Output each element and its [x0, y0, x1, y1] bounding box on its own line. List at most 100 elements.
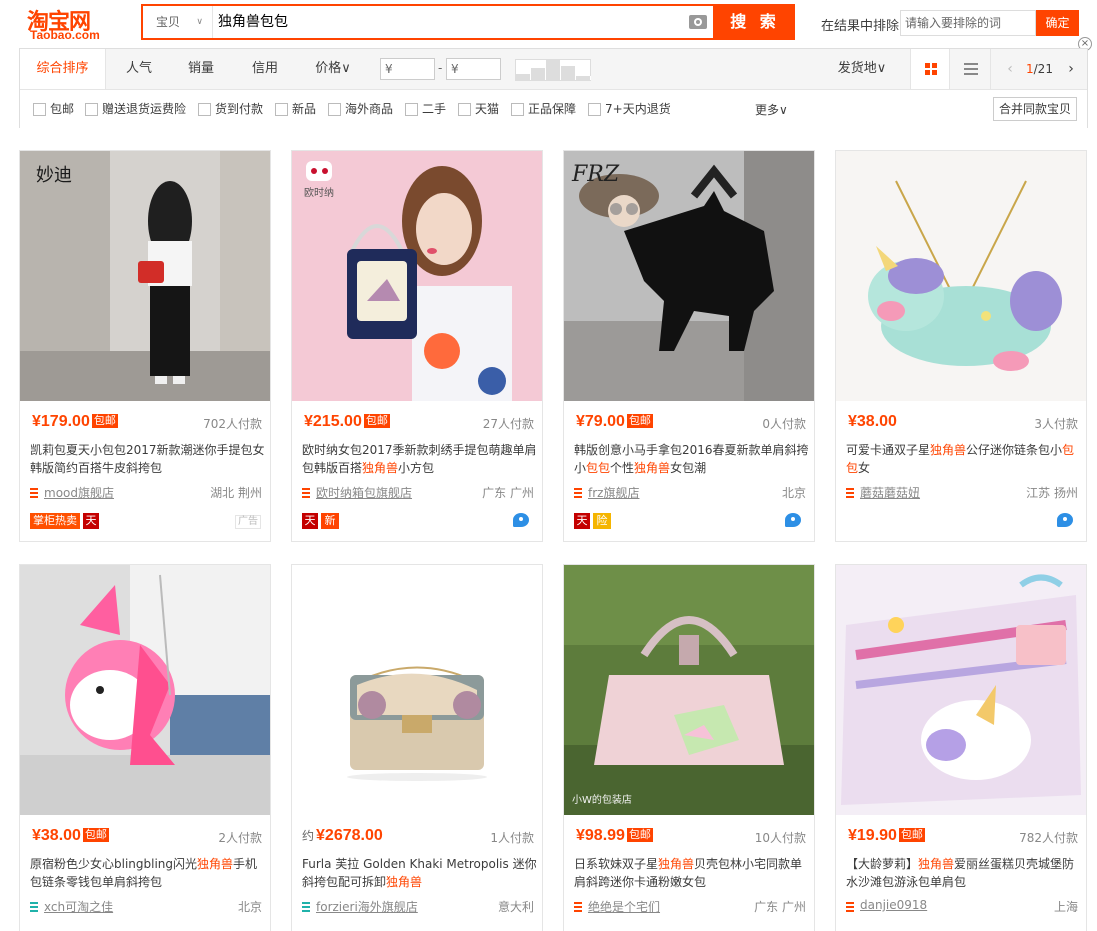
- product-title[interactable]: 欧时纳女包2017季新款刺绣手提包萌趣单肩包韩版百搭独角兽小方包: [302, 441, 537, 477]
- exclude-input[interactable]: 请输入要排除的词: [900, 10, 1036, 36]
- product-card[interactable]: 欧时纳 ¥215.00 包邮 27人付款 欧时纳女包2017季新款刺绣手提包萌趣单…: [291, 150, 543, 542]
- tab-credit[interactable]: 信用: [240, 49, 290, 89]
- merge-same-items-button[interactable]: 合并同款宝贝: [993, 97, 1077, 121]
- product-image[interactable]: FRZ: [564, 151, 814, 401]
- product-image[interactable]: 小W的包装店: [564, 565, 814, 815]
- product-card[interactable]: 小W的包装店 ¥98.99 包邮 10人付款 日系软妹双子星独角兽贝壳包林小宅同款…: [563, 564, 815, 931]
- grid-view-icon[interactable]: [910, 49, 950, 89]
- tab-price[interactable]: 价格∨: [305, 49, 361, 89]
- deal-count: 2人付款: [218, 831, 262, 845]
- filter-second-hand[interactable]: 二手: [405, 101, 446, 117]
- shop-location: 上海: [1053, 900, 1078, 914]
- tab-sales[interactable]: 销量: [176, 49, 226, 89]
- price-row: ¥79.00 包邮 0人付款: [574, 413, 806, 433]
- tmall-badge[interactable]: 天: [83, 513, 99, 529]
- badge-row: [846, 513, 1081, 529]
- search-input[interactable]: 独角兽包包: [216, 6, 676, 38]
- shop-name[interactable]: 绝绝是个宅们: [588, 898, 660, 915]
- search-scope-dropdown[interactable]: 宝贝 ∨: [143, 6, 213, 38]
- price-range-histogram[interactable]: [515, 59, 591, 81]
- new-badge[interactable]: 新: [321, 513, 339, 529]
- price-row: ¥38.00 3人付款: [846, 413, 1078, 433]
- shop-name[interactable]: mood旗舰店: [44, 484, 114, 501]
- deal-count: 1人付款: [490, 831, 534, 845]
- shop-name[interactable]: 欧时纳箱包旗舰店: [316, 484, 412, 501]
- product-title[interactable]: 凯莉包夏天小包包2017新款潮迷你手提包女韩版简约百搭牛皮斜挎包: [30, 441, 265, 477]
- exclude-confirm-button[interactable]: 确定: [1036, 10, 1079, 36]
- shop-location: 北京: [237, 900, 262, 914]
- shop-row: danjie0918 上海: [846, 898, 1078, 916]
- header: 淘宝网 Taobao.com 宝贝 ∨ 独角兽包包 搜 索 在结果中排除 请输入…: [0, 0, 1097, 51]
- tab-popularity[interactable]: 人气: [114, 49, 164, 89]
- product-card[interactable]: 约 ¥2678.00 1人付款 Furla 芙拉 Golden Khaki Met…: [291, 564, 543, 931]
- shop-name[interactable]: frz旗舰店: [588, 484, 639, 501]
- product-image[interactable]: [836, 151, 1086, 401]
- product-card[interactable]: FRZ ¥79.00 包邮 0人付款 韩版创意小马手拿包2016春夏新款单肩斜挎小…: [563, 150, 815, 542]
- price-row: ¥19.90 包邮 782人付款: [846, 827, 1078, 847]
- filter-return-insurance[interactable]: 赠送退货运费险: [85, 101, 186, 117]
- tmall-badge[interactable]: 天: [574, 513, 590, 529]
- taobao-logo[interactable]: 淘宝网 Taobao.com: [27, 4, 119, 42]
- search-button[interactable]: 搜 索: [715, 4, 795, 40]
- filter-7day-return[interactable]: 7+天内退货: [588, 101, 671, 117]
- product-card[interactable]: ¥19.90 包邮 782人付款 【大龄萝莉】独角兽爱丽丝蛋糕贝壳城堡防水沙滩包游…: [835, 564, 1087, 931]
- shop-icon: [302, 488, 310, 498]
- hot-sale-badge[interactable]: 掌柜热卖: [30, 513, 80, 529]
- product-card[interactable]: ¥38.00 3人付款 可爱卡通双子星独角兽公仔迷你链条包小包包女 蘑菇蘑菇妞 …: [835, 150, 1087, 542]
- price-min-input[interactable]: ¥: [380, 58, 435, 80]
- wangwang-chat-icon[interactable]: [1057, 513, 1073, 527]
- shop-name[interactable]: 蘑菇蘑菇妞: [860, 484, 920, 501]
- shop-name[interactable]: danjie0918: [860, 898, 927, 912]
- shop-location: 广东 广州: [482, 486, 534, 500]
- product-title[interactable]: 日系软妹双子星独角兽贝壳包林小宅同款单肩斜跨迷你卡通粉嫩女包: [574, 855, 809, 891]
- shop-name[interactable]: xch可淘之佳: [44, 898, 113, 915]
- price: ¥98.99: [576, 827, 625, 844]
- price: ¥38.00: [32, 827, 81, 844]
- shop-name[interactable]: forzieri海外旗舰店: [316, 898, 418, 915]
- product-image[interactable]: 妙迪: [20, 151, 270, 401]
- prev-page-icon[interactable]: ‹: [1003, 49, 1017, 89]
- price-approx: 约: [302, 829, 315, 843]
- shop-location: 广东 广州: [754, 900, 806, 914]
- filter-genuine[interactable]: 正品保障: [511, 101, 576, 117]
- free-shipping-badge: 包邮: [626, 414, 653, 428]
- logo-subtext: Taobao.com: [30, 28, 100, 42]
- next-page-icon[interactable]: ›: [1064, 49, 1078, 89]
- shop-icon: [30, 902, 38, 912]
- list-view-icon[interactable]: [951, 49, 991, 89]
- filter-tmall[interactable]: 天猫: [458, 101, 499, 117]
- more-filters-button[interactable]: 更多∨: [755, 101, 788, 118]
- location-dropdown[interactable]: 发货地∨: [832, 49, 892, 89]
- badge-row: 掌柜热卖 天 广告: [30, 513, 265, 529]
- filter-overseas[interactable]: 海外商品: [328, 101, 393, 117]
- price-row: ¥179.00 包邮 702人付款: [30, 413, 262, 433]
- tmall-badge[interactable]: 天: [302, 513, 318, 529]
- product-image[interactable]: 欧时纳: [292, 151, 542, 401]
- search-scope-label: 宝贝: [156, 15, 181, 29]
- svg-text:小W的包装店: 小W的包装店: [572, 793, 632, 806]
- filter-cod[interactable]: 货到付款: [198, 101, 263, 117]
- tab-comprehensive[interactable]: 综合排序: [20, 49, 106, 89]
- product-title[interactable]: 可爱卡通双子星独角兽公仔迷你链条包小包包女: [846, 441, 1081, 477]
- price-max-input[interactable]: ¥: [446, 58, 501, 80]
- shop-icon: [846, 902, 854, 912]
- shop-location: 江苏 扬州: [1026, 486, 1078, 500]
- product-image[interactable]: [836, 565, 1086, 815]
- product-image[interactable]: [292, 565, 542, 815]
- product-title[interactable]: 【大龄萝莉】独角兽爱丽丝蛋糕贝壳城堡防水沙滩包游泳包单肩包: [846, 855, 1081, 891]
- free-shipping-badge: 包邮: [898, 828, 925, 842]
- wangwang-chat-icon[interactable]: [513, 513, 529, 527]
- filter-free-shipping[interactable]: 包邮: [33, 101, 74, 117]
- filter-new[interactable]: 新品: [275, 101, 316, 117]
- product-card[interactable]: 妙迪 ¥179.00 包邮 702人付款 凯莉包夏天小包包2017新款潮迷你手提包…: [19, 150, 271, 542]
- camera-icon[interactable]: [689, 15, 707, 29]
- product-title[interactable]: 原宿粉色少女心blingbling闪光独角兽手机包链条零钱包单肩斜挎包: [30, 855, 265, 891]
- product-title[interactable]: Furla 芙拉 Golden Khaki Metropolis 迷你斜挎包配可…: [302, 855, 537, 891]
- product-card[interactable]: ¥38.00 包邮 2人付款 原宿粉色少女心blingbling闪光独角兽手机包链…: [19, 564, 271, 931]
- insurance-badge[interactable]: 险: [593, 513, 611, 529]
- product-title[interactable]: 韩版创意小马手拿包2016春夏新款单肩斜挎小包包个性独角兽女包潮: [574, 441, 809, 477]
- product-image[interactable]: [20, 565, 270, 815]
- svg-text:妙迪: 妙迪: [36, 165, 72, 186]
- wangwang-chat-icon[interactable]: [785, 513, 801, 527]
- shop-icon: [302, 902, 310, 912]
